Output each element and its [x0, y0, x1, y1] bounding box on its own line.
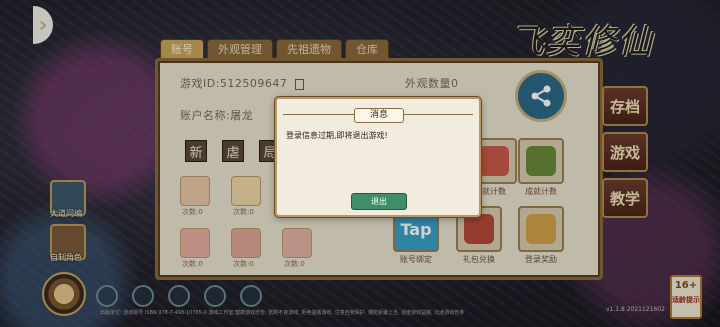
dialog-message: 登录信息过期,即将退出游戏! — [286, 131, 388, 140]
exit-button[interactable]: 退出 — [351, 193, 407, 210]
message-dialog: 消息 登录信息过期,即将退出游戏! 退出 — [275, 97, 481, 217]
dialog-title: 消息 — [354, 108, 404, 123]
